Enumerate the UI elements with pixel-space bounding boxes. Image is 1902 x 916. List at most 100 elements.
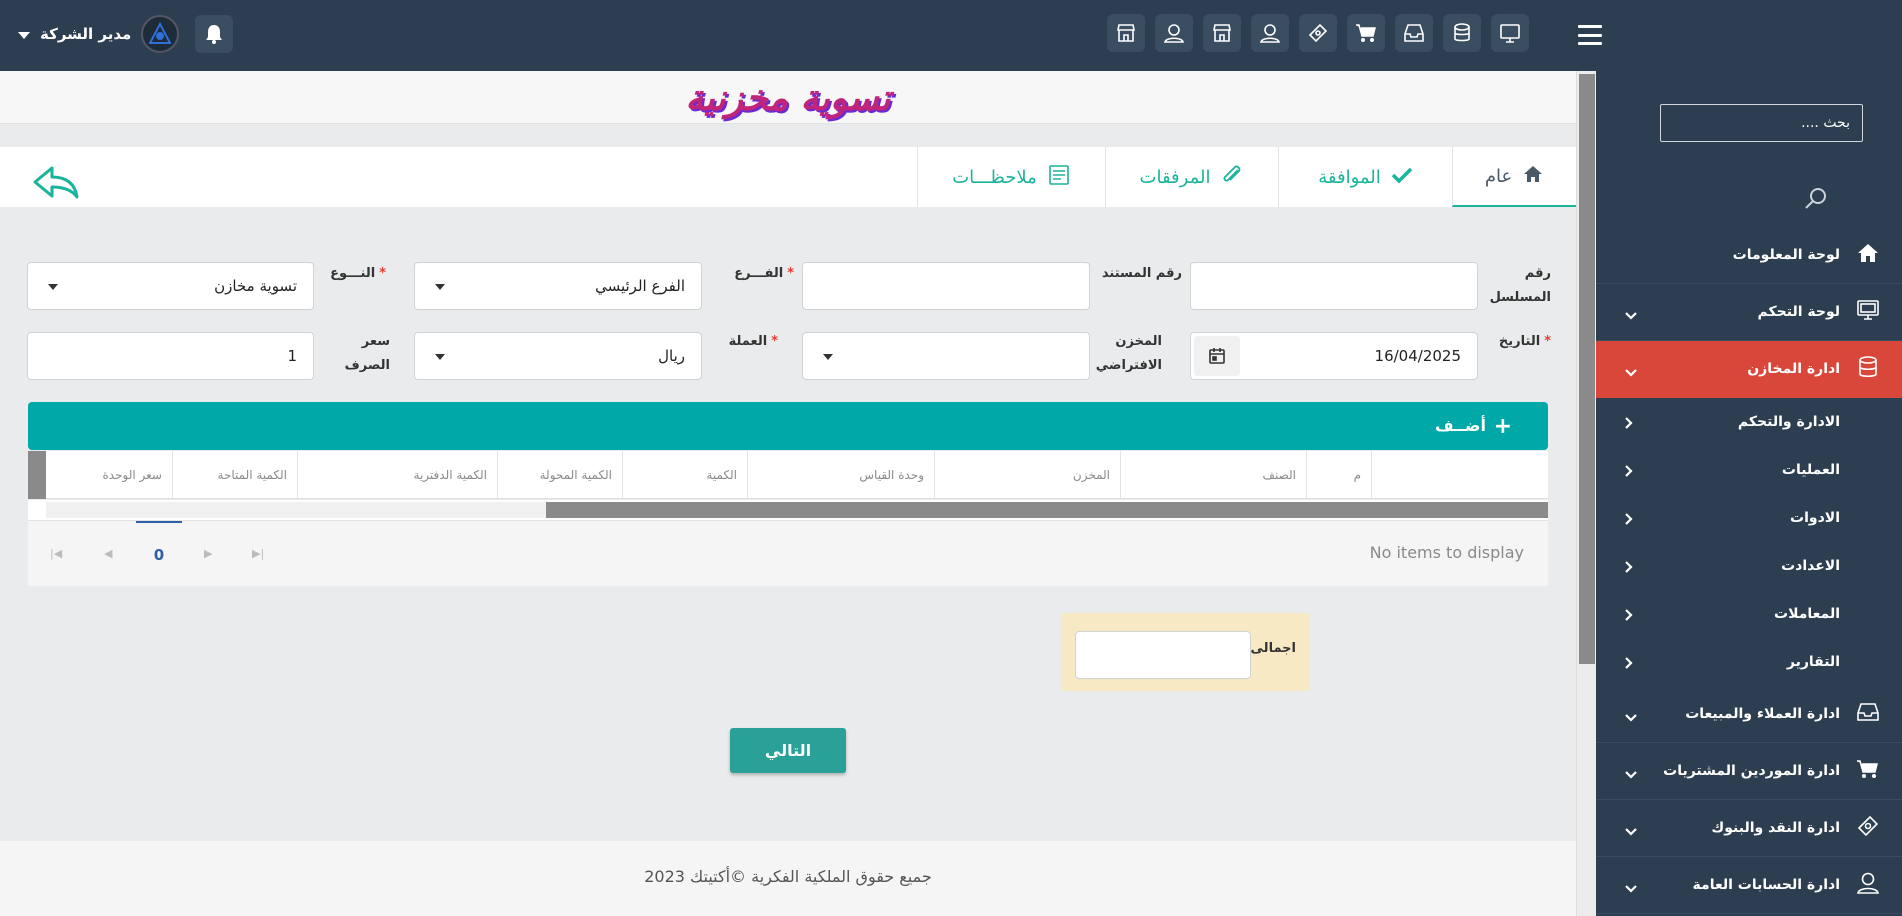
grid-toolbar: أضــف + <box>28 402 1548 450</box>
next-button[interactable]: التالي <box>730 728 846 773</box>
store-icon[interactable] <box>1107 14 1145 52</box>
money-icon[interactable] <box>1299 14 1337 52</box>
sidebar-subitem-transactions[interactable]: المعاملات <box>1596 590 1902 638</box>
doc-number-field[interactable] <box>802 262 1090 310</box>
chevron-right-icon <box>1624 511 1634 530</box>
footer: جميع حقوق الملكية الفكرية ©أكتيتك 2023 <box>0 841 1576 916</box>
sidebar-item-dashboard[interactable]: لوحة المعلومات <box>1596 227 1902 284</box>
home-icon <box>1856 242 1880 268</box>
user-icon[interactable] <box>1251 14 1289 52</box>
tab-notes[interactable]: ملاحظـــات <box>917 147 1105 207</box>
required-mark: * <box>379 266 386 281</box>
check-icon <box>1391 166 1413 189</box>
serial-label-line2: المسلسل <box>1489 290 1551 305</box>
date-field[interactable]: 16/04/2025 <box>1190 332 1478 380</box>
database-icon[interactable] <box>1443 14 1481 52</box>
sidebar-item-customers-sales[interactable]: ادارة العملاء والمبيعات <box>1596 686 1902 743</box>
currency-select[interactable]: ريال <box>414 332 702 380</box>
tab-label: ملاحظـــات <box>952 166 1037 188</box>
sidebar-subitem-label: الادوات <box>1790 510 1840 526</box>
date-label: التاريخ * <box>1486 330 1551 354</box>
type-select[interactable]: تسوية مخازن <box>27 262 314 310</box>
column-header[interactable]: الكمية المحولة <box>498 451 623 499</box>
branch-select[interactable]: الفرع الرئيسي <box>414 262 702 310</box>
warehouse-label-line2: الافتراضي <box>1095 358 1162 373</box>
first-page-icon[interactable]: |◀ <box>50 547 62 560</box>
currency-label-text: العملة <box>728 334 768 349</box>
store-icon[interactable] <box>1203 14 1241 52</box>
column-header[interactable]: الكمية <box>623 451 748 499</box>
grid-header: م الصنف المخزن وحدة القياس الكمية الكمية… <box>28 451 1548 499</box>
sidebar-item-general-accounts[interactable]: ادارة الحسابات العامة <box>1596 857 1902 914</box>
default-warehouse-select[interactable] <box>802 332 1090 380</box>
user-icon <box>1856 871 1880 899</box>
serial-number-field[interactable] <box>1190 262 1478 310</box>
total-field[interactable] <box>1075 631 1251 679</box>
sidebar-subitem-operations[interactable]: العمليات <box>1596 446 1902 494</box>
sidebar-search-input[interactable] <box>1660 104 1863 142</box>
next-page-icon[interactable]: ▶ <box>204 547 212 560</box>
inbox-icon[interactable] <box>1395 14 1433 52</box>
column-header[interactable]: الكمية المتاحة <box>173 451 298 499</box>
scrollbar-track[interactable] <box>46 502 546 518</box>
grid-horizontal-scrollbar[interactable] <box>28 500 1548 520</box>
row-selector-column <box>28 451 46 499</box>
avatar[interactable] <box>141 15 180 53</box>
sidebar-item-label: ادارة النقد والبنوك <box>1711 820 1840 836</box>
sidebar-item-label: ادارة الحسابات العامة <box>1692 877 1840 893</box>
home-icon <box>1522 164 1544 189</box>
tab-general[interactable]: عام <box>1452 147 1576 207</box>
sidebar-item-cash-banks[interactable]: ادارة النقد والبنوك <box>1596 800 1902 857</box>
column-header[interactable]: الصنف <box>1121 451 1307 499</box>
chevron-down-icon <box>1624 708 1638 727</box>
type-label-text: النـــوع <box>330 266 376 281</box>
currency-value: ريال <box>658 347 685 365</box>
chevron-down-icon <box>1624 879 1638 898</box>
sidebar-subitem-tools[interactable]: الادوات <box>1596 494 1902 542</box>
sidebar-item-suppliers-purchases[interactable]: ادارة الموردين المشتريات <box>1596 743 1902 800</box>
page-scrollbar[interactable] <box>1576 71 1596 916</box>
user-name[interactable]: مدير الشركة <box>40 25 131 43</box>
calendar-icon[interactable] <box>1194 336 1240 376</box>
column-header[interactable]: سعر الوحدة <box>46 451 173 499</box>
monitor-icon[interactable] <box>1491 14 1529 52</box>
sidebar-subitem-settings[interactable]: الاعدادت <box>1596 542 1902 590</box>
chevron-right-icon <box>1624 655 1634 674</box>
scrollbar-thumb[interactable] <box>1579 74 1595 664</box>
column-header[interactable]: المخزن <box>935 451 1121 499</box>
add-item-button[interactable]: أضــف + <box>1435 414 1512 439</box>
tab-attachments[interactable]: المرفقات <box>1105 147 1278 207</box>
column-header[interactable]: وحدة القياس <box>748 451 935 499</box>
notes-icon <box>1047 164 1071 191</box>
cart-icon[interactable] <box>1347 14 1385 52</box>
user-icon[interactable] <box>1155 14 1193 52</box>
cart-icon <box>1856 758 1880 784</box>
chevron-right-icon <box>1624 415 1634 434</box>
column-header[interactable]: الكمية الدفترية <box>298 451 498 499</box>
back-arrow-icon[interactable] <box>32 165 80 203</box>
menu-toggle-icon[interactable] <box>1578 25 1602 45</box>
serial-label: رقم المسلسل <box>1486 262 1551 310</box>
scrollbar-thumb[interactable] <box>546 502 1548 518</box>
sidebar-subitem-reports[interactable]: التقارير <box>1596 638 1902 686</box>
prev-page-icon[interactable]: ◀ <box>104 547 112 560</box>
last-page-icon[interactable]: ▶| <box>252 547 264 560</box>
search-icon[interactable] <box>1803 186 1829 216</box>
sidebar-item-control-panel[interactable]: لوحة التحكم <box>1596 284 1902 341</box>
sidebar-item-label: لوحة التحكم <box>1757 304 1840 320</box>
column-header[interactable]: م <box>1307 451 1372 499</box>
sidebar-item-warehouses[interactable]: ادارة المخازن <box>1596 341 1902 398</box>
sidebar-subitem-label: العمليات <box>1781 462 1840 478</box>
current-page[interactable]: 0 <box>136 521 182 587</box>
currency-label: العملة * <box>708 330 778 354</box>
bell-icon[interactable] <box>195 15 234 53</box>
empty-grid-message: No items to display <box>1369 543 1524 562</box>
tab-approval[interactable]: الموافقة <box>1278 147 1452 207</box>
exchange-rate-field[interactable]: 1 <box>27 332 314 380</box>
chevron-down-icon[interactable] <box>18 31 30 39</box>
user-area: مدير الشركة <box>18 14 234 54</box>
monitor-icon <box>1856 299 1880 325</box>
dropdown-arrow-icon <box>435 354 445 360</box>
sidebar-subitem-admin[interactable]: الادارة والتحكم <box>1596 398 1902 446</box>
exchange-rate-label: سعر الصرف <box>344 334 390 373</box>
